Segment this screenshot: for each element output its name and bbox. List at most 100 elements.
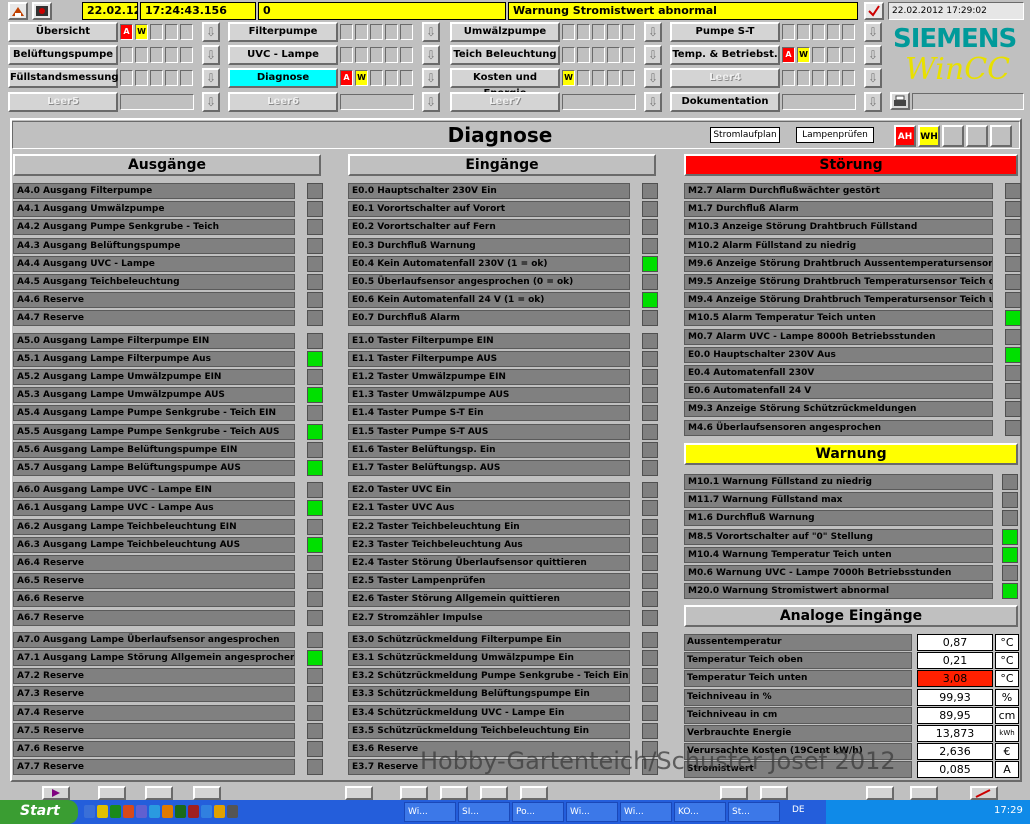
start-button[interactable]: Start xyxy=(0,800,78,824)
nav-flag-a: A xyxy=(782,47,795,63)
system-datetime: 22.02.2012 17:29:02 xyxy=(888,2,1024,20)
quick-launch-icon[interactable] xyxy=(227,805,238,818)
nav-arrow-down-icon[interactable]: ⇩ xyxy=(864,68,882,88)
exit-icon[interactable] xyxy=(32,2,52,20)
taskbar-task[interactable]: KO... xyxy=(674,802,726,822)
nav-cell-leer4: Leer4 ⇩ xyxy=(670,68,885,88)
nav-flag-empty xyxy=(165,24,178,40)
status-led-off xyxy=(307,518,323,535)
quick-launch-icon[interactable] xyxy=(214,805,225,818)
quick-launch-icon[interactable] xyxy=(123,805,134,818)
nav-button-teich-beleuchtung[interactable]: Teich Beleuchtung xyxy=(450,45,560,65)
status-led-off xyxy=(642,518,658,535)
toolbar-grid-icon[interactable] xyxy=(720,786,748,800)
quick-launch-icon[interactable] xyxy=(201,805,212,818)
quick-launch-icon[interactable] xyxy=(162,805,173,818)
nav-arrow-down-icon[interactable]: ⇩ xyxy=(644,92,662,112)
nav-arrow-down-icon[interactable]: ⇩ xyxy=(202,68,220,88)
taskbar-task[interactable]: Wi... xyxy=(566,802,618,822)
toolbar-user-icon[interactable] xyxy=(866,786,894,800)
toolbar-left-icon[interactable] xyxy=(400,786,428,800)
quick-launch-icon[interactable] xyxy=(175,805,186,818)
status-led-off xyxy=(307,292,323,309)
eingaenge-row: E1.2 Taster Umwälzpumpe EIN xyxy=(348,369,662,385)
nav-button-filterpumpe[interactable]: Filterpumpe xyxy=(228,22,338,42)
nav-button-bersicht[interactable]: Übersicht xyxy=(8,22,118,42)
quick-launch-icon[interactable] xyxy=(136,805,147,818)
taskbar-task[interactable]: Wi... xyxy=(620,802,672,822)
lampenpruefen-button[interactable]: Lampenprüfen xyxy=(796,127,874,143)
signal-label: M9.5 Anzeige Störung Drahtbruch Temperat… xyxy=(684,274,993,290)
toolbar-up-icon[interactable] xyxy=(440,786,468,800)
quick-launch-icon[interactable] xyxy=(110,805,121,818)
toolbar-window-icon[interactable] xyxy=(760,786,788,800)
stromlaufplan-button[interactable]: Stromlaufplan xyxy=(710,127,780,143)
quick-launch-icon[interactable] xyxy=(84,805,95,818)
signal-label: M0.6 Warnung UVC - Lampe 7000h Betriebss… xyxy=(684,565,993,581)
nav-button-leer6[interactable]: Leer6 xyxy=(228,92,338,112)
nav-arrow-down-icon[interactable]: ⇩ xyxy=(422,22,440,42)
nav-button-uvc-lampe[interactable]: UVC - Lampe xyxy=(228,45,338,65)
home-icon[interactable] xyxy=(8,2,28,20)
toolbar-keyboard-icon[interactable] xyxy=(193,786,221,800)
signal-label: M2.7 Alarm Durchflußwächter gestört xyxy=(684,183,993,199)
status-led-off xyxy=(1005,255,1021,272)
nav-arrow-down-icon[interactable]: ⇩ xyxy=(422,92,440,112)
nav-arrow-down-icon[interactable]: ⇩ xyxy=(202,92,220,112)
nav-button-leer5[interactable]: Leer5 xyxy=(8,92,118,112)
nav-button-pumpe-s-t[interactable]: Pumpe S-T xyxy=(670,22,780,42)
nav-cell-temp-betriebst: Temp. & Betriebst. A W ⇩ xyxy=(670,45,885,65)
nav-button-temp-betriebst[interactable]: Temp. & Betriebst. xyxy=(670,45,780,65)
signal-label: M4.6 Überlaufsensoren angesprochen xyxy=(684,419,993,436)
nav-arrow-down-icon[interactable]: ⇩ xyxy=(644,22,662,42)
nav-arrow-down-icon[interactable]: ⇩ xyxy=(422,45,440,65)
signal-label: M10.3 Anzeige Störung Drahtbruch Füllsta… xyxy=(684,219,993,236)
signal-label: E3.2 Schützrückmeldung Pumpe Senkgrube -… xyxy=(348,668,630,685)
eingaenge-row: E3.2 Schützrückmeldung Pumpe Senkgrube -… xyxy=(348,668,662,685)
nav-flag-empty xyxy=(827,70,840,86)
status-led-off xyxy=(307,741,323,757)
taskbar-task[interactable]: St... xyxy=(728,802,780,822)
toolbar-screen-icon[interactable] xyxy=(345,786,373,800)
nav-button-leer7[interactable]: Leer7 xyxy=(450,92,560,112)
toolbar-stop-icon[interactable] xyxy=(480,786,508,800)
toolbar-right-icon[interactable] xyxy=(520,786,548,800)
ausgaenge-row: A5.1 Ausgang Lampe Filterpumpe Aus xyxy=(13,350,327,367)
nav-button-dokumentation[interactable]: Dokumentation xyxy=(670,92,780,112)
stoerung-row: M0.7 Alarm UVC - Lampe 8000h Betriebsstu… xyxy=(684,328,1025,345)
printer-icon[interactable] xyxy=(890,92,910,110)
nav-button-umw-lzpumpe[interactable]: Umwälzpumpe xyxy=(450,22,560,42)
nav-arrow-down-icon[interactable]: ⇩ xyxy=(202,45,220,65)
nav-arrow-down-icon[interactable]: ⇩ xyxy=(202,22,220,42)
quick-launch-icon[interactable] xyxy=(188,805,199,818)
toolbar-pen-icon[interactable] xyxy=(970,786,998,800)
status-led-off xyxy=(642,500,658,517)
taskbar-task[interactable]: Wi... xyxy=(404,802,456,822)
toolbar-tools-icon[interactable] xyxy=(145,786,173,800)
acknowledge-icon[interactable] xyxy=(864,2,884,20)
nav-arrow-down-icon[interactable]: ⇩ xyxy=(644,45,662,65)
taskbar-task[interactable]: Po... xyxy=(512,802,564,822)
taskbar-task[interactable]: SI... xyxy=(458,802,510,822)
nav-arrow-down-icon[interactable]: ⇩ xyxy=(644,68,662,88)
nav-button-leer4[interactable]: Leer4 xyxy=(670,68,780,88)
ausgaenge-row: A4.0 Ausgang Filterpumpe xyxy=(13,183,327,199)
nav-flag-empty xyxy=(385,70,398,86)
nav-arrow-down-icon[interactable]: ⇩ xyxy=(422,68,440,88)
signal-label: A6.7 Reserve xyxy=(13,609,295,626)
nav-button-bel-ftungspumpe[interactable]: Belüftungspumpe xyxy=(8,45,118,65)
toolbar-help-icon[interactable] xyxy=(910,786,938,800)
quick-launch-icon[interactable] xyxy=(149,805,160,818)
nav-button-f-llstandsmessung[interactable]: Füllstandsmessung xyxy=(8,68,119,88)
nav-button-diagnose[interactable]: Diagnose xyxy=(228,68,338,88)
language-indicator[interactable]: DE xyxy=(792,805,820,819)
nav-arrow-down-icon[interactable]: ⇩ xyxy=(864,22,882,42)
toolbar-play-icon[interactable] xyxy=(42,786,70,800)
nav-arrow-down-icon[interactable]: ⇩ xyxy=(864,92,882,112)
quick-launch-icon[interactable] xyxy=(97,805,108,818)
toolbar-blank-icon[interactable] xyxy=(98,786,126,800)
nav-arrow-down-icon[interactable]: ⇩ xyxy=(864,45,882,65)
watermark: Hobby-Gartenteich/Schuster Josef 2012 xyxy=(420,747,896,775)
nav-button-kosten-und-energie[interactable]: Kosten und Energie xyxy=(450,68,560,99)
eingaenge-row: E0.0 Hauptschalter 230V Ein xyxy=(348,183,662,199)
